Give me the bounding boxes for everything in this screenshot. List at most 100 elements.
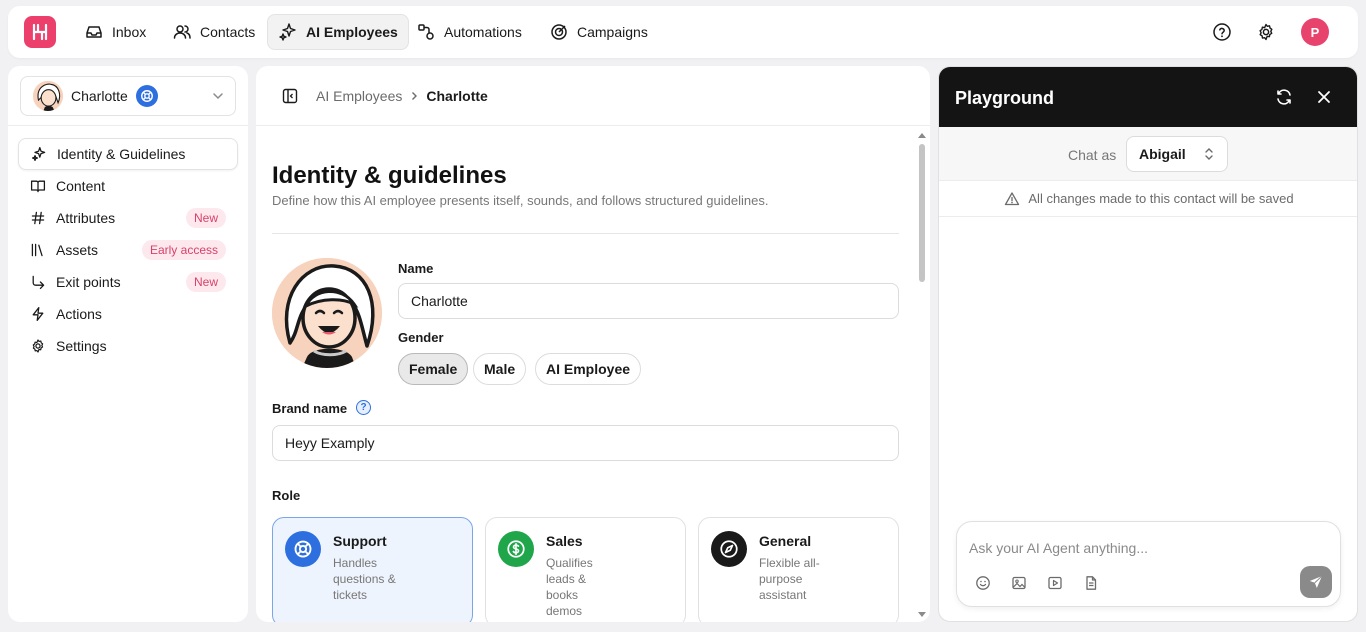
role-title: Sales [546, 533, 583, 549]
gender-option-ai-employee[interactable]: AI Employee [535, 353, 642, 385]
library-icon [31, 243, 43, 257]
nav-tab-label: AI Employees [306, 24, 398, 40]
nav-tab-label: Automations [444, 24, 522, 40]
breadcrumb-current: Charlotte [426, 88, 488, 104]
role-card-support[interactable]: Support Handles questions & tickets [272, 517, 473, 622]
send-button[interactable] [1300, 566, 1332, 598]
nav-tab-ai-employees[interactable]: AI Employees [267, 14, 409, 50]
playground-panel: Playground Chat as Abigail All changes m… [938, 66, 1358, 622]
header-bar: AI Employees Charlotte [256, 66, 930, 126]
sidebar-item-identity-guidelines[interactable]: Identity & Guidelines [18, 138, 238, 170]
logo-icon [32, 23, 48, 41]
agent-portrait[interactable] [272, 258, 382, 368]
playground-header: Playground [939, 67, 1357, 127]
chat-as-select[interactable]: Abigail [1126, 136, 1228, 172]
notice-text: All changes made to this contact will be… [1028, 191, 1294, 206]
role-title: General [759, 533, 812, 549]
sidebar-item-label: Assets [56, 242, 99, 258]
page-subtitle: Define how this AI employee presents its… [272, 193, 769, 208]
lifebuoy-icon [285, 531, 321, 567]
role-card-sales[interactable]: Sales Qualifies leads & books demos [485, 517, 686, 622]
sidebar-item-exit-points[interactable]: Exit points New [18, 266, 238, 298]
sidebar-item-settings[interactable]: Settings [18, 330, 238, 362]
sidebar-item-content[interactable]: Content [18, 170, 238, 202]
gear-icon [32, 339, 44, 353]
compass-icon [711, 531, 747, 567]
emoji-icon[interactable] [975, 575, 991, 591]
sidebar-item-attributes[interactable]: Attributes New [18, 202, 238, 234]
gender-option-male[interactable]: Male [473, 353, 527, 385]
breadcrumb: AI Employees Charlotte [316, 88, 488, 104]
top-navigation: Inbox Contacts AI Employees Automations … [8, 6, 1358, 58]
automations-icon [418, 24, 434, 40]
sidebar-item-label: Exit points [56, 274, 121, 290]
role-description: Flexible all-purpose assistant [759, 556, 820, 602]
divider [8, 125, 248, 126]
gear-icon[interactable] [1254, 20, 1278, 44]
nav-tab-inbox[interactable]: Inbox [74, 14, 156, 50]
user-avatar[interactable]: P [1301, 18, 1329, 46]
gender-option-female[interactable]: Female [398, 353, 469, 385]
new-badge: New [185, 272, 226, 292]
bolt-icon [32, 306, 44, 322]
help-circle-icon[interactable]: ? [356, 400, 371, 415]
sidebar-toggle-icon[interactable] [282, 88, 298, 104]
app-logo[interactable] [24, 16, 56, 48]
scrollbar-thumb[interactable] [919, 144, 925, 282]
document-icon[interactable] [1083, 575, 1099, 591]
sparkles-icon [279, 23, 296, 41]
chevron-right-icon [412, 92, 418, 100]
divider [272, 233, 899, 234]
chevron-up-down-icon [1205, 148, 1213, 160]
dollar-icon [498, 531, 534, 567]
new-badge: New [185, 208, 226, 228]
agent-avatar [33, 81, 63, 111]
role-label: Role [272, 488, 301, 503]
brand-name-label: Brand name [272, 401, 348, 416]
sidebar: Charlotte Identity & Guidelines Content … [8, 66, 248, 622]
refresh-icon[interactable] [1274, 87, 1294, 107]
nav-tab-label: Campaigns [577, 24, 648, 40]
nav-tab-campaigns[interactable]: Campaigns [539, 14, 658, 50]
target-icon [551, 24, 567, 40]
sidebar-item-label: Attributes [56, 210, 116, 226]
hash-icon [31, 211, 45, 225]
warning-icon [1005, 191, 1020, 205]
early-access-badge: Early access [141, 240, 226, 260]
chat-composer: Ask your AI Agent anything... [956, 521, 1341, 607]
chat-as-label: Chat as [1068, 147, 1117, 163]
nav-tab-label: Contacts [200, 24, 256, 40]
nav-tab-contacts[interactable]: Contacts [162, 14, 265, 50]
sidebar-item-label: Settings [56, 338, 107, 354]
main-panel: AI Employees Charlotte Identity & guidel… [256, 66, 930, 622]
book-icon [30, 180, 46, 193]
role-card-general[interactable]: General Flexible all-purpose assistant [698, 517, 899, 622]
send-icon [1309, 575, 1323, 588]
inbox-icon [86, 26, 102, 38]
sidebar-item-label: Identity & Guidelines [57, 146, 186, 162]
sidebar-item-label: Content [56, 178, 106, 194]
role-description: Handles questions & tickets [333, 556, 396, 602]
close-icon[interactable] [1314, 87, 1334, 107]
save-notice: All changes made to this contact will be… [939, 181, 1357, 217]
users-icon [173, 25, 191, 39]
chevron-down-icon [213, 93, 223, 100]
gender-label: Gender [398, 330, 444, 345]
role-title: Support [333, 533, 387, 549]
nav-tab-automations[interactable]: Automations [406, 14, 532, 50]
name-input[interactable]: Charlotte [398, 283, 899, 319]
help-icon[interactable] [1210, 20, 1234, 44]
video-icon[interactable] [1047, 575, 1063, 591]
image-icon[interactable] [1011, 575, 1027, 591]
sidebar-item-actions[interactable]: Actions [18, 298, 238, 330]
brand-name-input[interactable]: Heyy Examply [272, 425, 899, 461]
agent-name: Charlotte [71, 88, 128, 104]
message-input[interactable]: Ask your AI Agent anything... [969, 540, 1148, 556]
breadcrumb-parent[interactable]: AI Employees [316, 88, 402, 104]
sidebar-item-assets[interactable]: Assets Early access [18, 234, 238, 266]
exit-arrow-icon [32, 275, 45, 290]
sparkles-icon [31, 146, 46, 162]
role-description: Qualifies leads & books demos [546, 556, 593, 618]
agent-selector[interactable]: Charlotte [20, 76, 236, 116]
page-title: Identity & guidelines [272, 162, 507, 189]
